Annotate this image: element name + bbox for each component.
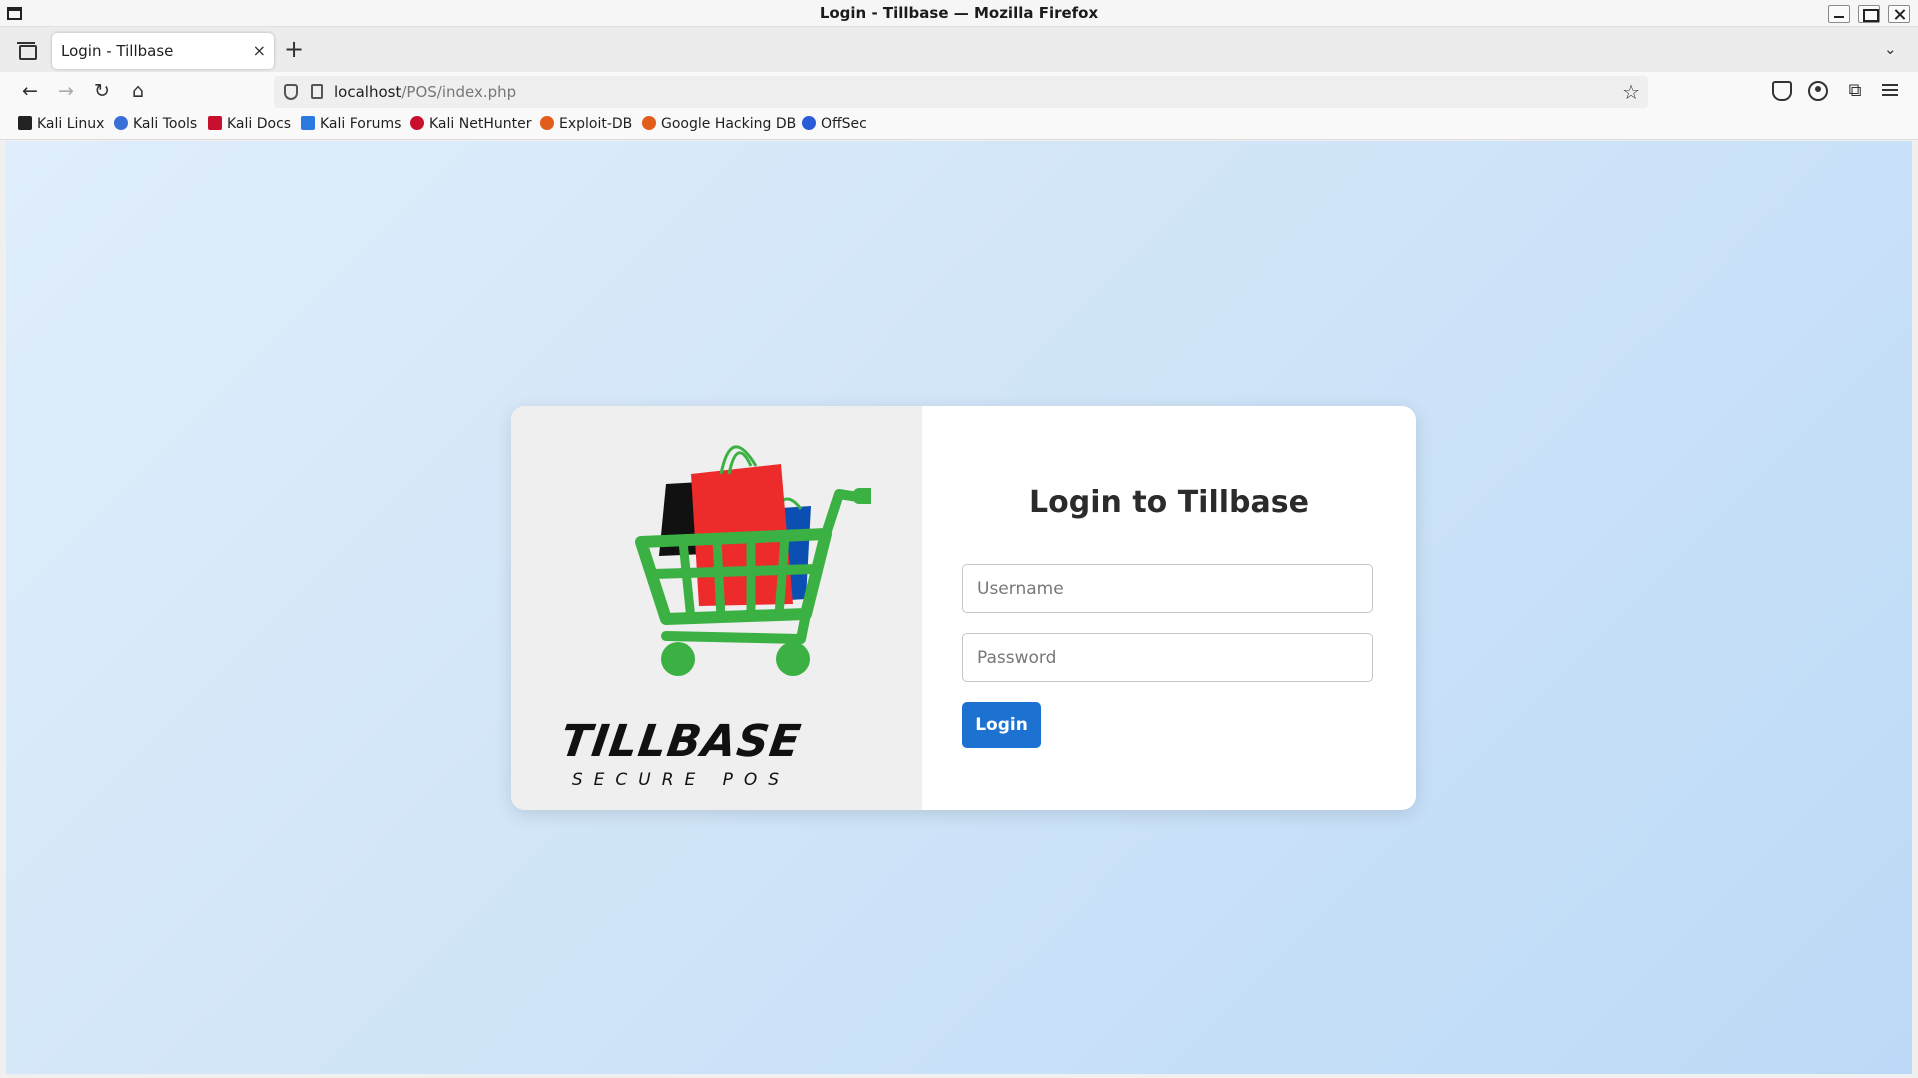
url-path: /POS/index.php [401, 83, 517, 101]
window-titlebar: Login - Tillbase — Mozilla Firefox [0, 0, 1918, 27]
logo-panel: TILLBASE SECURE POS [511, 406, 922, 810]
login-card: TILLBASE SECURE POS Login to Tillbase Lo… [511, 406, 1416, 810]
maximize-button[interactable] [1858, 5, 1880, 23]
bookmark-kali-docs[interactable]: Kali Docs [208, 116, 291, 132]
logo-tagline: SECURE POS [571, 770, 791, 790]
page-icon[interactable] [311, 84, 323, 99]
login-form-panel: Login to Tillbase Login [922, 406, 1416, 810]
extensions-icon[interactable]: ⧉ [1845, 81, 1865, 101]
username-input[interactable] [962, 564, 1373, 613]
url-host: localhost [334, 83, 402, 101]
bookmark-star-icon[interactable]: ☆ [1622, 80, 1640, 104]
bookmarks-toolbar: Kali Linux Kali Tools Kali Docs Kali For… [0, 110, 1918, 140]
shield-icon[interactable] [284, 84, 298, 100]
kali-docs-icon [208, 116, 222, 130]
chevron-down-icon[interactable]: ⌄ [1884, 40, 1897, 58]
logo-wordmark: TILLBASE [557, 716, 805, 767]
url-text[interactable]: localhost/POS/index.php [334, 83, 516, 101]
new-tab-button[interactable]: + [284, 37, 304, 61]
login-button[interactable]: Login [962, 702, 1041, 748]
bookmark-kali-tools[interactable]: Kali Tools [114, 116, 197, 132]
kali-nethunter-icon [410, 116, 424, 130]
close-window-button[interactable] [1888, 5, 1910, 23]
tab-list-icon[interactable] [14, 38, 38, 62]
pocket-icon[interactable] [1772, 81, 1792, 101]
page-content: TILLBASE SECURE POS Login to Tillbase Lo… [6, 141, 1912, 1074]
bookmark-google-hacking-db[interactable]: Google Hacking DB [642, 116, 796, 132]
url-bar[interactable]: localhost/POS/index.php ☆ [274, 76, 1648, 108]
window-title: Login - Tillbase — Mozilla Firefox [819, 4, 1099, 22]
shopping-cart-logo-icon [635, 445, 871, 676]
home-button[interactable]: ⌂ [126, 79, 150, 103]
forward-button[interactable]: → [54, 79, 78, 103]
account-icon[interactable] [1808, 81, 1828, 101]
navigation-bar: ← → ↻ ⌂ localhost/POS/index.php ☆ ⧉ [0, 72, 1918, 110]
hamburger-menu-icon[interactable] [1880, 81, 1900, 101]
bookmark-offsec[interactable]: OffSec [802, 116, 867, 132]
tab-title: Login - Tillbase [61, 42, 174, 60]
kali-dragon-icon [18, 116, 32, 130]
tab-close-icon[interactable]: × [253, 42, 266, 60]
exploit-db-icon [540, 116, 554, 130]
back-button[interactable]: ← [18, 79, 42, 103]
bookmark-kali-nethunter[interactable]: Kali NetHunter [410, 116, 531, 132]
tab-login[interactable]: Login - Tillbase × [52, 33, 274, 69]
ghdb-icon [642, 116, 656, 130]
reload-button[interactable]: ↻ [90, 79, 114, 103]
kali-forums-icon [301, 116, 315, 130]
bookmark-kali-linux[interactable]: Kali Linux [18, 116, 104, 132]
password-input[interactable] [962, 633, 1373, 682]
bookmark-kali-forums[interactable]: Kali Forums [301, 116, 401, 132]
login-title: Login to Tillbase [1029, 485, 1309, 520]
tab-strip: Login - Tillbase × + ⌄ [0, 27, 1918, 72]
offsec-icon [802, 116, 816, 130]
bookmark-exploit-db[interactable]: Exploit-DB [540, 116, 632, 132]
minimize-button[interactable] [1828, 5, 1850, 23]
kali-tools-icon [114, 116, 128, 130]
